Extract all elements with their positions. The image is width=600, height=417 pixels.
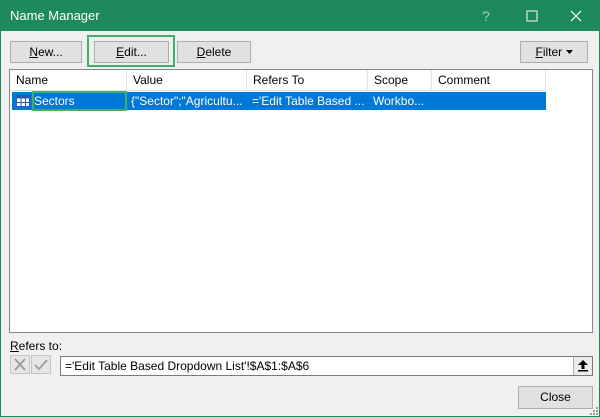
column-header-name[interactable]: Name xyxy=(10,70,127,91)
new-button[interactable]: New... xyxy=(10,41,82,63)
sectors-highlight-box xyxy=(32,91,127,111)
column-header-value[interactable]: Value xyxy=(127,70,247,91)
cell-scope: Workbo... xyxy=(373,94,425,108)
close-icon xyxy=(570,10,582,22)
new-accel: N xyxy=(29,45,38,59)
filter-label: ilter xyxy=(542,45,563,59)
check-icon xyxy=(34,359,48,371)
refers-to-input[interactable]: ='Edit Table Based Dropdown List'!$A$1:$… xyxy=(60,356,593,376)
column-header-scope[interactable]: Scope xyxy=(368,70,432,91)
maximize-icon xyxy=(526,10,538,22)
refers-label-text: efers to: xyxy=(18,339,63,353)
help-button[interactable]: ? xyxy=(463,1,509,31)
table-icon xyxy=(16,95,30,107)
close-button[interactable]: Close xyxy=(518,386,593,409)
cancel-x-icon xyxy=(14,358,26,371)
caret-down-icon xyxy=(565,50,573,55)
svg-text:?: ? xyxy=(482,8,490,24)
refers-accel: R xyxy=(10,339,19,353)
cell-value: {"Sector";"Agricultu... xyxy=(131,94,243,108)
name-manager-dialog: Name Manager ? New... Edit... Delete Fil… xyxy=(0,0,600,417)
column-header-refers-to[interactable]: Refers To xyxy=(247,70,368,91)
collapse-dialog-button[interactable] xyxy=(573,357,592,375)
column-header-comment[interactable]: Comment xyxy=(432,70,546,91)
delete-button[interactable]: Delete xyxy=(177,41,251,63)
collapse-up-icon xyxy=(578,360,588,372)
filter-accel: F xyxy=(535,45,543,59)
dialog-title: Name Manager xyxy=(10,8,100,23)
title-close-button[interactable] xyxy=(553,1,599,31)
maximize-button[interactable] xyxy=(509,1,555,31)
delete-accel: D xyxy=(196,45,206,59)
help-icon: ? xyxy=(482,8,490,24)
accept-edit-button[interactable] xyxy=(31,355,51,374)
new-label: ew... xyxy=(37,45,63,59)
edit-highlight-box xyxy=(87,35,175,67)
filter-button[interactable]: Filter xyxy=(520,41,588,63)
resize-grip-icon[interactable] xyxy=(589,406,599,416)
cell-refers-to: ='Edit Table Based ... xyxy=(252,94,365,108)
title-bar[interactable]: Name Manager ? xyxy=(1,1,599,31)
refers-to-label: Refers to: xyxy=(10,339,62,353)
cancel-edit-button[interactable] xyxy=(10,355,30,374)
delete-label: elete xyxy=(205,45,232,59)
